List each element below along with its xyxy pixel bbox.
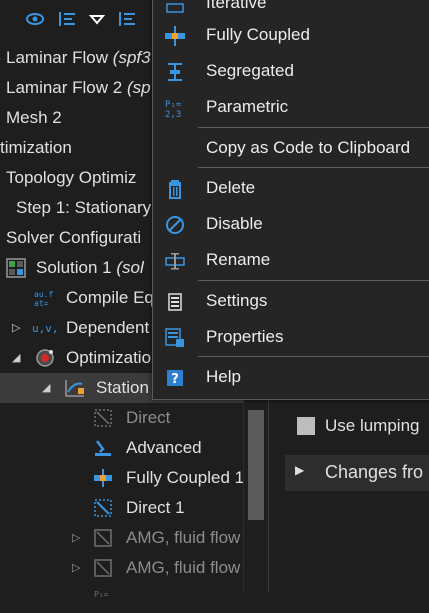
- tree-item-label: Dependent: [66, 318, 150, 337]
- tree-item-tag: (spf3: [112, 48, 151, 67]
- tree-scrollbar[interactable]: [243, 370, 268, 593]
- tree-item-label: Laminar Flow: [6, 48, 109, 67]
- iterative-icon: [166, 3, 184, 13]
- segregated-icon: [168, 63, 182, 81]
- expand-arrow-icon[interactable]: ▷: [12, 313, 20, 343]
- model-tree-toolbar: [0, 0, 158, 38]
- amg-icon: [94, 559, 112, 577]
- tree-item-label: Fully Coupled 1: [126, 468, 245, 487]
- disable-icon: [166, 216, 184, 234]
- tree-item-label: Laminar Flow 2: [6, 78, 123, 97]
- chevron-down-icon[interactable]: [88, 10, 106, 28]
- compile-equations-icon: au.f at=: [34, 290, 53, 307]
- menu-item-disable[interactable]: Disable: [153, 206, 429, 242]
- menu-item-label: Copy as Code to Clipboard: [206, 138, 411, 157]
- rename-icon: [165, 253, 185, 270]
- collapse-arrow-icon[interactable]: ◢: [42, 373, 50, 403]
- menu-item-copy-as-code[interactable]: Copy as Code to Clipboard: [153, 130, 429, 166]
- tree-item-label: Optimization: [66, 348, 161, 367]
- menu-item-label: Properties: [206, 327, 284, 346]
- expand-arrow-icon[interactable]: ▷: [72, 523, 80, 553]
- tree-item-label: Direct: [126, 408, 171, 427]
- sort-descending-icon[interactable]: [118, 10, 136, 28]
- tree-item-label: Station: [96, 378, 149, 397]
- tree-item-label: Solution 1: [36, 258, 112, 277]
- menu-item-settings[interactable]: Settings: [153, 283, 429, 319]
- section-expand-icon: ▶: [295, 463, 305, 477]
- sort-ascending-icon[interactable]: [58, 10, 76, 28]
- amg-icon: [94, 529, 112, 547]
- parametric-icon: P₁=: [94, 590, 109, 599]
- delete-icon: [169, 180, 181, 199]
- menu-separator: [198, 167, 429, 168]
- menu-item-rename[interactable]: Rename: [153, 242, 429, 278]
- context-menu: Iterative Fully Coupled Segregated P₁= 2…: [152, 0, 429, 400]
- collapse-arrow-icon[interactable]: ◢: [12, 343, 20, 373]
- eye-icon[interactable]: [26, 10, 44, 28]
- menu-item-help[interactable]: ? Help: [153, 359, 429, 395]
- direct-icon: [94, 409, 112, 427]
- tree-item-tag: (sol: [116, 258, 144, 277]
- menu-separator: [198, 356, 429, 357]
- svg-text:?: ?: [171, 372, 179, 387]
- tree-item-label: AMG, fluid flow: [126, 558, 241, 577]
- properties-icon: [165, 328, 184, 347]
- stationary-solver-icon: [65, 380, 84, 397]
- menu-separator: [198, 280, 429, 281]
- help-icon: ?: [167, 370, 183, 387]
- tree-item-label: timization: [0, 138, 72, 157]
- changes-from-section-header[interactable]: ▶ Changes fro: [285, 455, 429, 491]
- svg-text:au.f: au.f: [34, 290, 53, 299]
- menu-item-label: Settings: [206, 291, 268, 310]
- fully-coupled-icon: [94, 469, 112, 487]
- fully-coupled-icon: [165, 26, 185, 46]
- svg-text:P₁=: P₁=: [94, 590, 109, 599]
- tree-item-label: Advanced: [126, 438, 202, 457]
- tree-item-label: AMG, fluid flow: [126, 528, 241, 547]
- menu-item-segregated[interactable]: Segregated: [153, 53, 429, 89]
- expand-arrow-icon[interactable]: ▷: [72, 553, 80, 583]
- tree-item-label: Solver Configurati: [6, 228, 142, 247]
- settings-pane: Use lumping ▶ Changes fro: [268, 380, 429, 593]
- dependent-variables-icon: u,v,w: [32, 322, 58, 335]
- changes-from-label: Changes fro: [325, 462, 424, 482]
- optimization-solver-icon: [36, 349, 54, 367]
- menu-item-properties[interactable]: Properties: [153, 319, 429, 355]
- menu-item-label: Rename: [206, 250, 271, 269]
- menu-item-label: Parametric: [206, 97, 289, 116]
- scrollbar-thumb[interactable]: [248, 410, 264, 520]
- menu-item-fully-coupled[interactable]: Fully Coupled: [153, 17, 429, 53]
- tree-item-label: Direct 1: [126, 498, 185, 517]
- tree-item-label: Mesh 2: [6, 108, 62, 127]
- menu-separator: [198, 127, 429, 128]
- menu-item-delete[interactable]: Delete: [153, 170, 429, 206]
- tree-item-tag: (sp: [126, 78, 151, 97]
- solution-icon: [6, 258, 26, 278]
- menu-item-label: Help: [206, 367, 241, 386]
- menu-item-label: Delete: [206, 178, 256, 197]
- svg-text:u,v,w: u,v,w: [32, 322, 58, 335]
- parametric-icon: P₁= 2,3: [165, 100, 182, 118]
- menu-item-label: Fully Coupled: [206, 25, 310, 44]
- menu-item-parametric[interactable]: P₁= 2,3 Parametric: [153, 89, 429, 125]
- direct-icon: [94, 499, 112, 517]
- advanced-icon: [95, 440, 111, 456]
- svg-text:2,3: 2,3: [165, 110, 181, 118]
- tree-item-label: Step 1: Stationary: [16, 198, 152, 217]
- svg-text:P₁=: P₁=: [165, 100, 182, 110]
- settings-icon: [168, 293, 182, 311]
- menu-item-label: Segregated: [206, 61, 294, 80]
- use-lumping-checkbox[interactable]: [297, 417, 315, 435]
- menu-item-label: Disable: [206, 214, 263, 233]
- tree-item-label: Compile Eq: [66, 288, 154, 307]
- use-lumping-label: Use lumping: [325, 416, 420, 435]
- svg-text:at=: at=: [34, 299, 49, 307]
- tree-item-label: Topology Optimiz: [6, 168, 137, 187]
